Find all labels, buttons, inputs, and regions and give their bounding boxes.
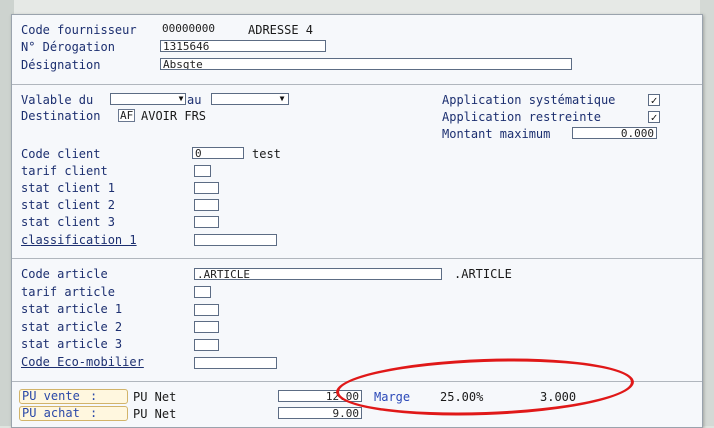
client-code-field[interactable]: 0 [192, 147, 244, 159]
pu-vente-label: PU vente [22, 389, 80, 403]
supplier-address: ADRESSE 4 [248, 23, 314, 37]
valid-to-dropdown-icon[interactable]: ▼ [277, 94, 287, 104]
valid-to-label: au [187, 93, 202, 107]
derogation-number-field[interactable]: 1315646 [160, 40, 326, 52]
designation-label: Désignation [21, 58, 101, 72]
client-stat1-label: stat client 1 [21, 181, 115, 195]
app-restricted-label: Application restreinte [442, 110, 601, 124]
designation-field[interactable]: Absgte [160, 58, 572, 70]
background-window-top [0, 0, 714, 14]
client-name: test [252, 147, 281, 161]
article-code-field[interactable]: .ARTICLE [194, 268, 442, 280]
client-tarif-label: tarif client [21, 164, 108, 178]
client-classification-field[interactable] [194, 234, 277, 246]
client-stat3-field[interactable] [194, 216, 219, 228]
client-classification-link[interactable]: classification 1 [21, 233, 137, 247]
destination-label: Destination [21, 109, 101, 123]
client-tarif-field[interactable] [194, 165, 211, 177]
pu-achat-label: PU achat [22, 406, 80, 420]
supplier-code-label: Code fournisseur [21, 23, 137, 37]
pu-vente-net-label: PU Net [133, 390, 177, 404]
derogation-number-label: N° Dérogation [21, 40, 115, 54]
destination-code-field[interactable]: AF [118, 109, 136, 122]
article-tarif-label: tarif article [21, 285, 115, 299]
app-restricted-checkbox[interactable]: ✓ [648, 111, 660, 123]
client-stat1-field[interactable] [194, 182, 219, 194]
valid-from-label: Valable du [21, 93, 94, 107]
article-stat2-field[interactable] [194, 321, 219, 333]
pu-vente-button[interactable]: PU vente : [19, 389, 128, 404]
article-name: .ARTICLE [454, 267, 512, 281]
article-code-label: Code article [21, 267, 108, 281]
article-stat1-field[interactable] [194, 304, 219, 316]
client-stat2-field[interactable] [194, 199, 219, 211]
pu-achat-button[interactable]: PU achat : [19, 406, 128, 421]
client-stat3-label: stat client 3 [21, 215, 115, 229]
valid-from-dropdown-icon[interactable]: ▼ [176, 94, 186, 104]
pu-vente-colon: : [90, 389, 98, 403]
section-divider [12, 84, 702, 85]
article-stat2-label: stat article 2 [21, 320, 123, 334]
eco-mobilier-link[interactable]: Code Eco-mobilier [21, 355, 144, 369]
valid-from-field[interactable] [110, 93, 186, 105]
article-stat1-label: stat article 1 [21, 302, 123, 316]
pu-achat-field[interactable]: 9.00 [278, 407, 362, 419]
client-stat2-label: stat client 2 [21, 198, 115, 212]
article-stat3-field[interactable] [194, 339, 219, 351]
article-stat3-label: stat article 3 [21, 337, 123, 351]
app-systematic-checkbox[interactable]: ✓ [648, 94, 660, 106]
client-code-label: Code client [21, 147, 101, 161]
max-amount-field[interactable]: 0.000 [572, 127, 657, 139]
section-divider [12, 258, 702, 259]
app-systematic-label: Application systématique [442, 93, 616, 107]
pu-achat-colon: : [90, 406, 98, 420]
supplier-code-field[interactable]: 00000000 [160, 23, 228, 35]
max-amount-label: Montant maximum [442, 127, 551, 141]
eco-mobilier-field[interactable] [194, 357, 277, 369]
article-tarif-field[interactable] [194, 286, 211, 298]
pu-achat-net-label: PU Net [133, 407, 177, 421]
destination-value: AVOIR FRS [141, 109, 207, 123]
